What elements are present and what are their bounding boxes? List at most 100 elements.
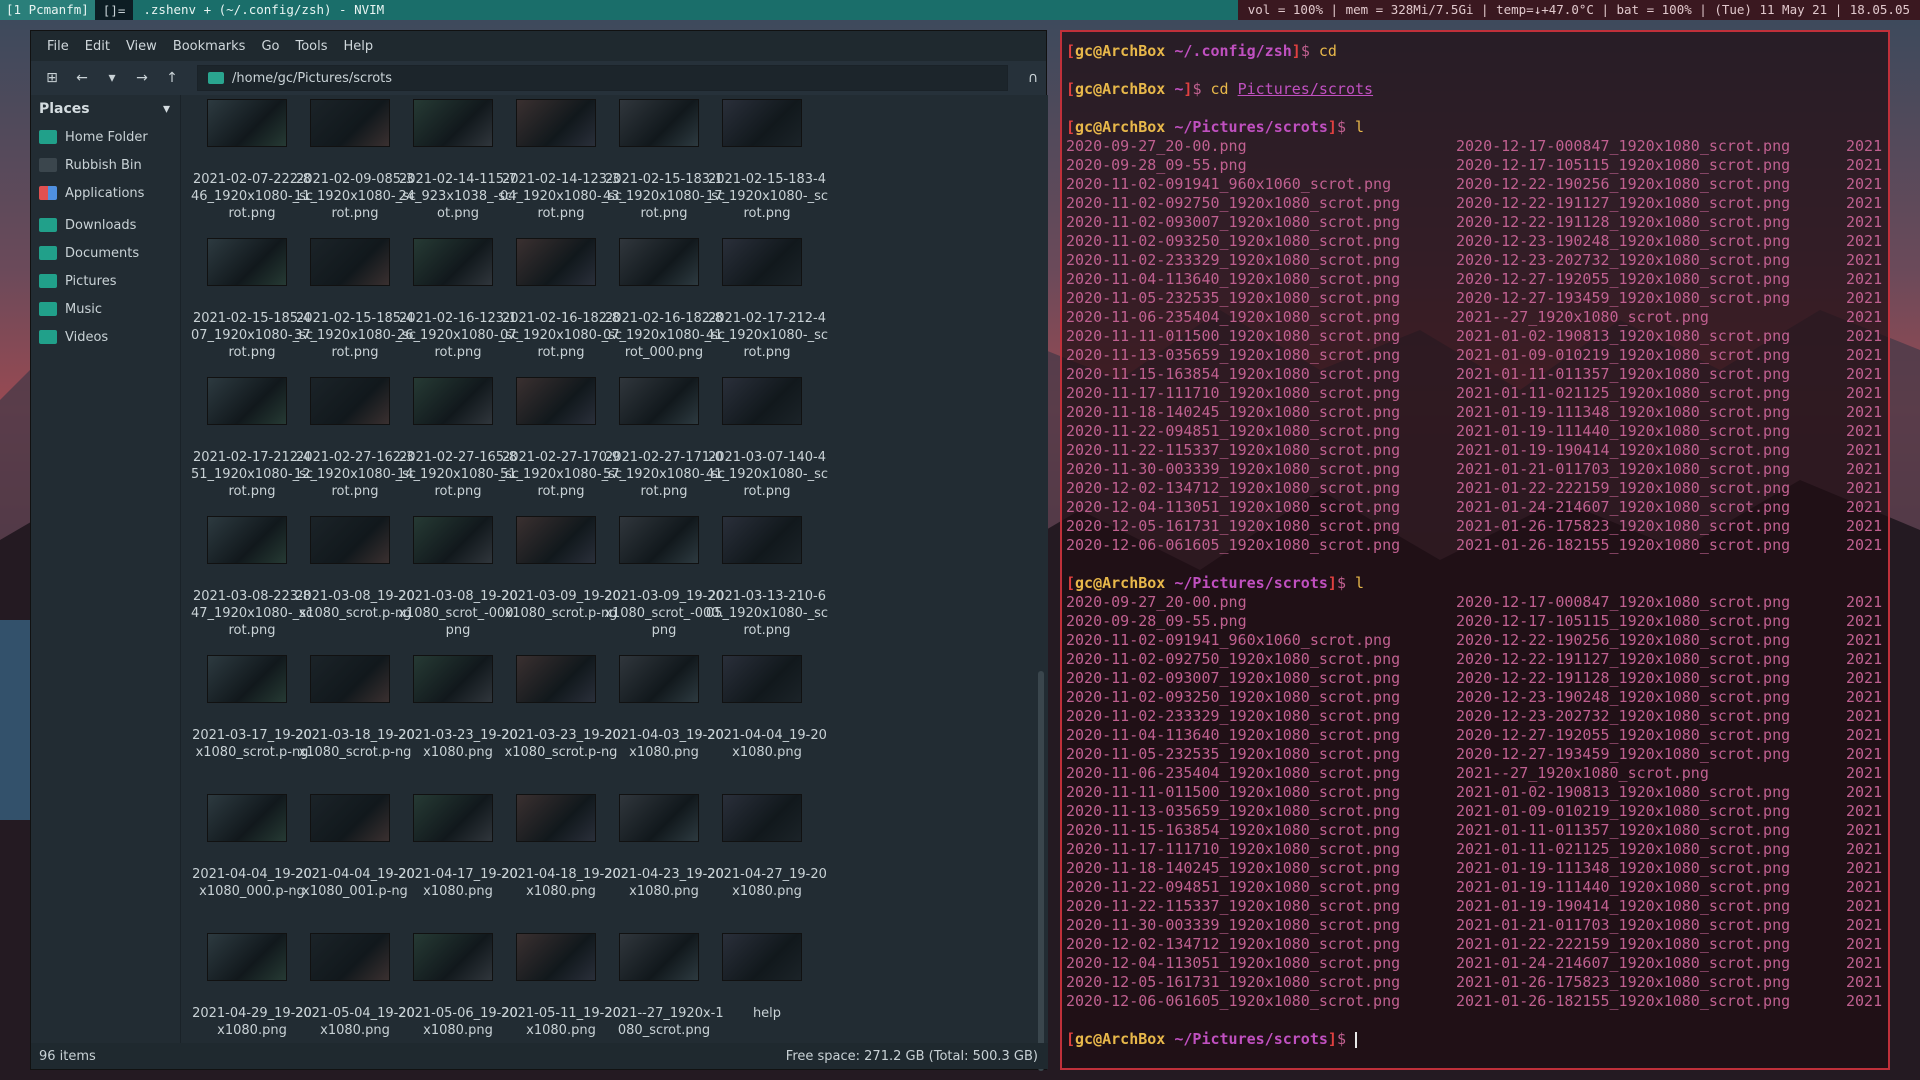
file-thumbnail	[413, 933, 493, 981]
file-thumbnail	[516, 516, 596, 564]
place-documents[interactable]: Documents	[31, 239, 180, 267]
place-downloads[interactable]: Downloads	[31, 211, 180, 239]
ls-row: 2020-11-30-003339_1920x1080_scrot.png 202…	[1066, 460, 1883, 478]
history-dropdown-icon[interactable]: ▾	[99, 65, 125, 91]
ls-row: 2020-11-18-140245_1920x1080_scrot.png 202…	[1066, 859, 1883, 877]
file-thumbnail	[310, 377, 390, 425]
file-name: 2021-04-04_19-20x1080.png	[707, 728, 827, 760]
file-thumbnail	[619, 516, 699, 564]
status-bar: 96 items Free space: 271.2 GB (Total: 50…	[31, 1043, 1048, 1069]
chevron-down-icon: ▾	[162, 101, 170, 117]
file-item[interactable]: 2021-04-27_19-20x1080.png	[704, 794, 830, 929]
menu-go[interactable]: Go	[253, 39, 287, 54]
ls-row: 2020-12-05-161731_1920x1080_scrot.png 202…	[1066, 517, 1883, 535]
file-thumbnail	[619, 238, 699, 286]
menu-edit[interactable]: Edit	[77, 39, 118, 54]
file-thumbnail	[516, 99, 596, 147]
file-item[interactable]: 2021-02-17-212-441_1920x1080-_scrot.png	[704, 238, 830, 373]
ls-row: 2020-12-04-113051_1920x1080_scrot.png 202…	[1066, 498, 1883, 516]
ls-row: 2020-11-06-235404_1920x1080_scrot.png 202…	[1066, 764, 1883, 782]
file-thumbnail	[310, 794, 390, 842]
file-manager-body: Places ▾ Home Folder Rubbish Bin Applica…	[31, 95, 1048, 1045]
file-thumbnail	[516, 933, 596, 981]
top-status-bar: [1 Pcmanfm] []= .zshenv + (~/.config/zsh…	[0, 0, 1920, 20]
layout-indicator[interactable]: []=	[95, 3, 134, 18]
ls-row: 2020-11-02-233329_1920x1080_scrot.png 202…	[1066, 251, 1883, 269]
ls-row: 2020-12-02-134712_1920x1080_scrot.png 202…	[1066, 479, 1883, 497]
applications-icon	[39, 186, 57, 200]
place-pictures[interactable]: Pictures	[31, 267, 180, 295]
file-icon-view: 2021-02-07-222-846_1920x1080-_scrot.png 2…	[181, 95, 1048, 1045]
prompt-line: [gc@ArchBox ~/Pictures/scrots]$ l	[1066, 118, 1365, 136]
file-thumbnail	[207, 377, 287, 425]
item-count: 96 items	[39, 1048, 96, 1064]
places-header[interactable]: Places ▾	[31, 95, 180, 123]
back-icon[interactable]: ←	[69, 65, 95, 91]
file-thumbnail	[207, 99, 287, 147]
file-thumbnail	[619, 377, 699, 425]
forward-icon[interactable]: →	[129, 65, 155, 91]
file-thumbnail	[207, 933, 287, 981]
terminal-window[interactable]: [gc@ArchBox ~/.config/zsh]$ cd [gc@ArchB…	[1060, 30, 1890, 1070]
file-thumbnail	[413, 377, 493, 425]
ls-row: 2020-11-02-093250_1920x1080_scrot.png 202…	[1066, 232, 1883, 250]
file-item[interactable]: help	[704, 933, 830, 1045]
menu-bar: File Edit View Bookmarks Go Tools Help	[31, 31, 1046, 61]
prompt-line: [gc@ArchBox ~/Pictures/scrots]$	[1066, 1030, 1357, 1048]
place-applications[interactable]: Applications	[31, 179, 180, 207]
file-thumbnail	[310, 933, 390, 981]
go-icon[interactable]: ∩	[1020, 65, 1046, 91]
ls-row: 2020-11-13-035659_1920x1080_scrot.png 202…	[1066, 346, 1883, 364]
file-thumbnail	[310, 516, 390, 564]
ls-row: 2020-11-02-093007_1920x1080_scrot.png 202…	[1066, 213, 1883, 231]
ls-row: 2020-11-02-091941_960x1060_scrot.png 2020…	[1066, 631, 1883, 649]
ls-row: 2020-11-05-232535_1920x1080_scrot.png 202…	[1066, 745, 1883, 763]
menu-view[interactable]: View	[118, 39, 165, 54]
ls-row: 2020-11-02-233329_1920x1080_scrot.png 202…	[1066, 707, 1883, 725]
file-item[interactable]: 2021-03-07-140-441_1920x1080-_scrot.png	[704, 377, 830, 512]
menu-help[interactable]: Help	[336, 39, 382, 54]
trash-icon	[39, 158, 57, 172]
folder-icon	[208, 72, 224, 84]
ls-row: 2020-11-02-093007_1920x1080_scrot.png 202…	[1066, 669, 1883, 687]
file-thumbnail	[310, 655, 390, 703]
place-rubbish-bin[interactable]: Rubbish Bin	[31, 151, 180, 179]
place-music[interactable]: Music	[31, 295, 180, 323]
path-bar[interactable]: /home/gc/Pictures/scrots	[197, 65, 1008, 91]
file-item[interactable]: 2021-03-13-210-605_1920x1080-_scrot.png	[704, 516, 830, 651]
folder-icon	[39, 274, 57, 288]
file-thumbnail	[207, 655, 287, 703]
file-item[interactable]: 2021-02-15-183-417_1920x1080-_scrot.png	[704, 99, 830, 234]
focused-window-title: .zshenv + (~/.config/zsh) - NVIM	[133, 0, 1238, 20]
ls-row: 2020-09-27_20-00.png 2020-12-17-000847_19…	[1066, 137, 1883, 155]
menu-bookmarks[interactable]: Bookmarks	[165, 39, 254, 54]
new-tab-icon[interactable]: ⊞	[39, 65, 65, 91]
file-thumbnail	[207, 516, 287, 564]
place-home-folder[interactable]: Home Folder	[31, 123, 180, 151]
ls-row: 2020-11-22-094851_1920x1080_scrot.png 202…	[1066, 878, 1883, 896]
ls-row: 2020-11-22-115337_1920x1080_scrot.png 202…	[1066, 441, 1883, 459]
ls-row: 2020-09-28_09-55.png 2020-12-17-105115_19…	[1066, 612, 1883, 630]
file-thumbnail	[619, 655, 699, 703]
menu-file[interactable]: File	[39, 39, 77, 54]
ls-row: 2020-11-02-091941_960x1060_scrot.png 2020…	[1066, 175, 1883, 193]
place-videos[interactable]: Videos	[31, 323, 180, 351]
file-thumbnail	[413, 794, 493, 842]
menu-tools[interactable]: Tools	[287, 39, 335, 54]
ls-row: 2020-11-22-115337_1920x1080_scrot.png 202…	[1066, 897, 1883, 915]
file-name: 2021-02-17-212-441_1920x1080-_scrot.png	[705, 311, 828, 360]
file-thumbnail	[619, 794, 699, 842]
ls-row: 2020-11-02-092750_1920x1080_scrot.png 202…	[1066, 194, 1883, 212]
scrollbar[interactable]	[1038, 671, 1044, 1071]
file-thumbnail	[722, 516, 802, 564]
file-thumbnail	[722, 933, 802, 981]
file-item[interactable]: 2021-04-04_19-20x1080.png	[704, 655, 830, 790]
ls-row: 2020-09-28_09-55.png 2020-12-17-105115_19…	[1066, 156, 1883, 174]
ls-row: 2020-12-02-134712_1920x1080_scrot.png 202…	[1066, 935, 1883, 953]
workspace-tag[interactable]: [1 Pcmanfm]	[0, 0, 95, 20]
up-icon[interactable]: ↑	[159, 65, 185, 91]
places-sidebar: Places ▾ Home Folder Rubbish Bin Applica…	[31, 95, 181, 1045]
file-name: help	[752, 1006, 782, 1021]
ls-row: 2020-12-06-061605_1920x1080_scrot.png 202…	[1066, 992, 1883, 1010]
file-thumbnail	[207, 238, 287, 286]
